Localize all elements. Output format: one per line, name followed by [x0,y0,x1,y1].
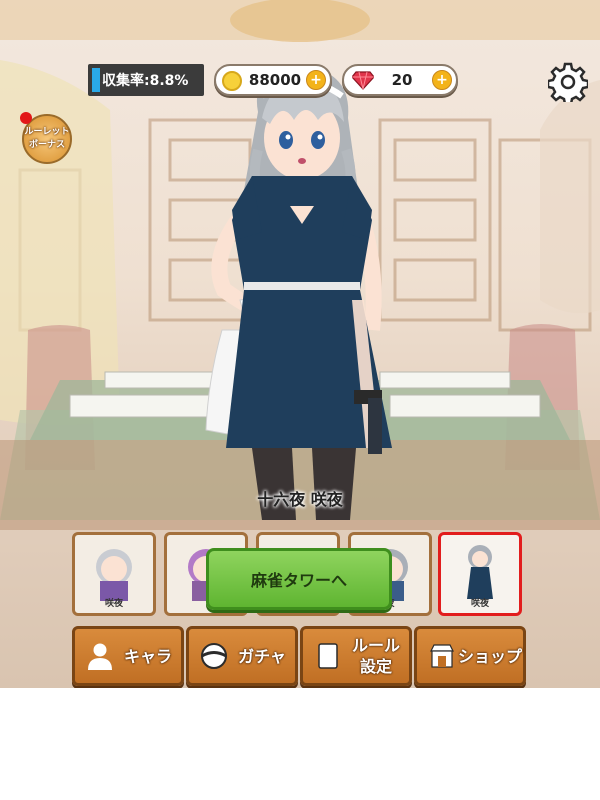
slot-caption: 咲夜 [104,599,123,609]
gacha-ball-icon [201,643,227,669]
coin-counter[interactable]: 88000 + [214,64,332,96]
roulette-label-2: ボーナス [28,140,65,150]
chara-label: キャラ [123,646,172,666]
notification-dot [20,112,32,124]
plus-icon[interactable]: + [306,70,326,90]
rules-label-2: 設定 [359,657,392,676]
collection-rate-label: 収集率:8.8% [102,73,189,89]
gem-icon [352,71,374,90]
game-screen: 収集率:8.8% 88000 + 20 + ルーレット ボーナス 十六夜 咲夜 … [0,0,600,688]
person-icon [88,643,112,670]
gacha-button[interactable]: ガチャ [186,626,298,686]
collection-rate: 収集率:8.8% [88,64,204,96]
collection-rate-bar [92,68,100,92]
gacha-label: ガチャ [238,646,286,666]
plus-icon[interactable]: + [432,70,452,90]
character-slot-1[interactable]: 咲夜 [72,532,156,616]
shop-icon [430,644,454,668]
gear-icon[interactable] [548,62,588,102]
empty-area [0,688,600,800]
chara-button[interactable]: キャラ [72,626,184,686]
character-name: 十六夜 咲夜 [257,490,343,509]
character-slot-5-selected[interactable]: 咲夜 [438,532,522,616]
coin-value: 88000 [248,71,302,89]
gem-counter[interactable]: 20 + [342,64,458,96]
rules-label: ルール 設定 [343,635,409,677]
roulette-bonus-button[interactable]: ルーレット ボーナス [20,112,72,164]
gem-value: 20 [391,71,413,89]
rules-label-1: ルール [351,636,400,655]
rulebook-icon [318,643,338,669]
coin-icon [222,71,242,91]
roulette-label-1: ルーレット [24,127,70,137]
rules-settings-button[interactable]: ルール 設定 [300,626,412,686]
slot-caption: 咲夜 [470,599,489,609]
shop-button[interactable]: ショップ [414,626,526,686]
mahjong-tower-button[interactable]: 麻雀タワーへ [206,548,392,610]
shop-label: ショップ [457,646,522,666]
